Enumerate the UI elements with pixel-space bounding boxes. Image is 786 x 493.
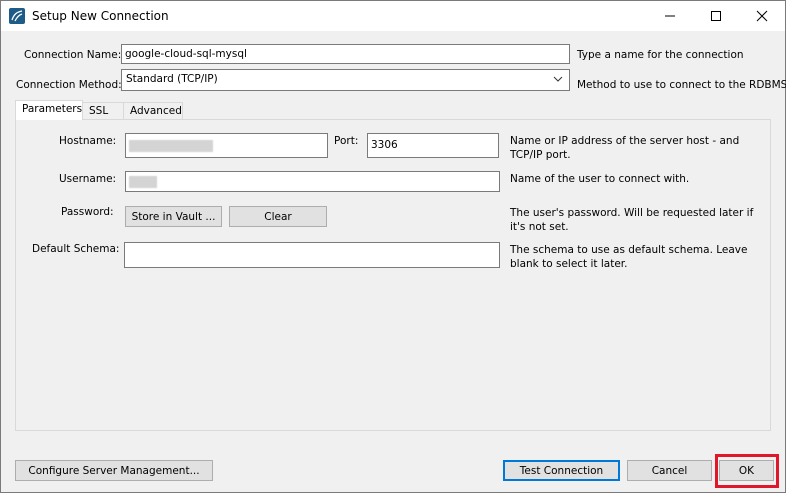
hostname-label: Hostname: [59, 135, 117, 147]
window-title: Setup New Connection [32, 9, 169, 23]
tab-parameters[interactable]: Parameters [15, 100, 83, 120]
mysql-workbench-icon [9, 8, 25, 24]
maximize-button[interactable] [693, 1, 739, 31]
hostname-redacted [129, 140, 213, 152]
maximize-icon [711, 11, 721, 21]
default-schema-hint: The schema to use as default schema. Lea… [510, 244, 748, 270]
configure-server-management-button[interactable]: Configure Server Management... [15, 460, 213, 481]
password-label: Password: [61, 206, 114, 218]
tab-advanced[interactable]: Advanced [123, 102, 183, 120]
ok-highlight-box [715, 454, 779, 488]
username-hint: Name of the user to connect with. [510, 173, 690, 185]
parameters-panel [15, 119, 771, 431]
close-icon [756, 10, 768, 22]
chevron-down-icon [553, 76, 563, 82]
clear-password-button[interactable]: Clear [229, 206, 327, 227]
port-input[interactable]: 3306 [367, 133, 499, 158]
close-button[interactable] [739, 1, 785, 31]
cancel-button[interactable]: Cancel [627, 460, 712, 481]
connection-method-select[interactable]: Standard (TCP/IP) [121, 69, 570, 91]
hostname-hint: Name or IP address of the server host - … [510, 135, 740, 161]
username-input[interactable] [125, 171, 500, 192]
store-in-vault-button[interactable]: Store in Vault ... [125, 206, 222, 227]
hostname-input[interactable] [125, 133, 328, 158]
connection-method-value: Standard (TCP/IP) [126, 73, 218, 85]
default-schema-input[interactable] [124, 242, 500, 268]
minimize-icon [665, 15, 675, 17]
connection-name-label: Connection Name: [24, 49, 122, 61]
setup-connection-dialog: Setup New Connection Connection Name: go… [0, 0, 786, 493]
connection-method-label: Connection Method: [16, 79, 122, 91]
username-redacted [129, 176, 157, 188]
minimize-button[interactable] [647, 1, 693, 31]
connection-name-input[interactable]: google-cloud-sql-mysql [121, 44, 570, 64]
connection-method-hint: Method to use to connect to the RDBMS [577, 79, 786, 91]
test-connection-button[interactable]: Test Connection [503, 460, 620, 481]
port-label: Port: [334, 135, 359, 147]
password-hint: The user's password. Will be requested l… [510, 207, 754, 233]
tab-ssl[interactable]: SSL [82, 102, 124, 120]
username-label: Username: [59, 173, 117, 185]
connection-name-hint: Type a name for the connection [577, 49, 744, 61]
title-bar: Setup New Connection [1, 1, 785, 31]
default-schema-label: Default Schema: [32, 243, 120, 255]
